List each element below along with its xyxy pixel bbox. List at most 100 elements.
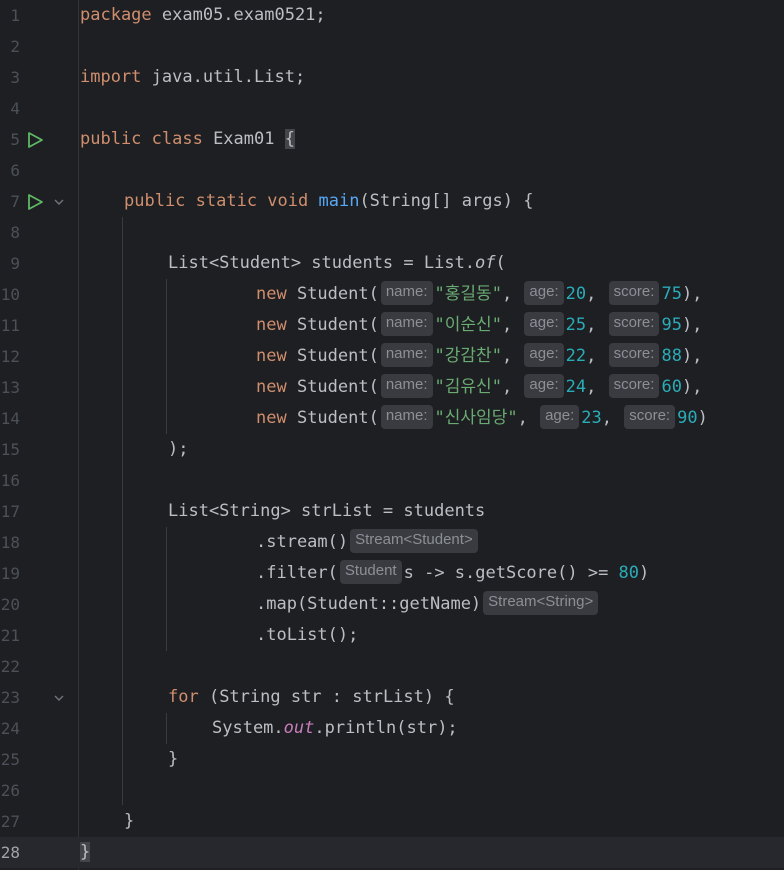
number-literal: 90 <box>677 408 698 428</box>
number-literal: 25 <box>565 315 587 335</box>
line-number[interactable]: 10 <box>0 279 20 310</box>
param-hint-age: age: <box>524 374 564 398</box>
code-line[interactable]: 22 <box>0 651 784 682</box>
line-number[interactable]: 24 <box>0 713 20 744</box>
line-number[interactable]: 6 <box>0 155 20 186</box>
number-literal: 95 <box>661 315 682 335</box>
line-number[interactable]: 5 <box>0 124 20 155</box>
line-number[interactable]: 4 <box>0 93 20 124</box>
code-line[interactable]: 9 List<Student> students = List.of( <box>0 248 784 279</box>
code-line[interactable]: 23 for (String str : strList) { <box>0 682 784 713</box>
code-text: System.out.println(str); <box>212 713 458 744</box>
code-line[interactable]: 26 <box>0 775 784 806</box>
line-number[interactable]: 20 <box>0 589 20 620</box>
constructor-call: Student( <box>286 377 379 397</box>
method-params: (String[] args) { <box>359 191 534 211</box>
code-text: new Student(name: "강감찬", age: 22, score: 88… <box>256 341 702 372</box>
method-name: main <box>318 191 360 211</box>
filter-call: .filter( <box>256 563 338 583</box>
line-number[interactable]: 17 <box>0 496 20 527</box>
line-number[interactable]: 11 <box>0 310 20 341</box>
close-paren: ) <box>697 408 708 428</box>
line-number[interactable]: 2 <box>0 31 20 62</box>
line-number[interactable]: 16 <box>0 465 20 496</box>
line-number[interactable]: 8 <box>0 217 20 248</box>
type-hint: Stream<Student> <box>350 529 478 553</box>
line-number[interactable]: 18 <box>0 527 20 558</box>
line-number[interactable]: 25 <box>0 744 20 775</box>
code-line[interactable]: 8 <box>0 217 784 248</box>
code-line[interactable]: 12 new Student(name: "강감찬", age: 22, score:… <box>0 341 784 372</box>
code-text: import java.util.List; <box>80 62 305 93</box>
number-literal: 23 <box>581 408 602 428</box>
code-line[interactable]: 25} <box>0 744 784 775</box>
println-call: .println(str); <box>314 718 458 738</box>
line-number[interactable]: 15 <box>0 434 20 465</box>
constructor-call: Student( <box>286 408 379 428</box>
line-number[interactable]: 28 <box>0 837 20 868</box>
map-call: .map(Student::getName) <box>256 594 482 614</box>
code-line[interactable]: 13 new Student(name: "김유신", age: 24, score:… <box>0 372 784 403</box>
code-line[interactable]: 19 .filter(Student s -> s.getScore() >= 80… <box>0 558 784 589</box>
code-line[interactable]: 27} <box>0 806 784 837</box>
param-hint-score: score: <box>608 343 660 367</box>
line-number[interactable]: 7 <box>0 186 20 217</box>
line-number[interactable]: 27 <box>0 806 20 837</box>
line-number[interactable]: 21 <box>0 620 20 651</box>
code-text: ); <box>168 434 188 465</box>
code-editor[interactable]: 1 package exam05.exam0521; 2 3 import java.u… <box>0 0 784 870</box>
keyword-package: package <box>80 5 152 25</box>
line-number[interactable]: 12 <box>0 341 20 372</box>
code-text: public class Exam01 { <box>80 124 295 155</box>
run-icon[interactable] <box>26 186 44 217</box>
fold-chevron-icon[interactable] <box>52 186 66 217</box>
number-literal: 60 <box>661 377 682 397</box>
for-header: (String str : strList) { <box>198 687 455 707</box>
code-line[interactable]: 10 new Student(name: "홍길동", age: 20, score:… <box>0 279 784 310</box>
line-number[interactable]: 3 <box>0 62 20 93</box>
line-number[interactable]: 22 <box>0 651 20 682</box>
code-line[interactable]: 18 .stream() Stream<Student> <box>0 527 784 558</box>
code-text: List<Student> students = List.of( <box>168 248 506 279</box>
keyword-new: new <box>256 284 287 304</box>
keyword-new: new <box>256 315 287 335</box>
code-line[interactable]: 2 <box>0 31 784 62</box>
line-number[interactable]: 14 <box>0 403 20 434</box>
code-text: } <box>168 744 178 775</box>
code-line[interactable]: 17 List<String> strList = students <box>0 496 784 527</box>
import-path: java.util.List; <box>141 67 306 87</box>
fold-chevron-icon[interactable] <box>52 682 66 713</box>
code-line[interactable]: 16 <box>0 465 784 496</box>
comma: , <box>501 377 523 397</box>
method-of: of <box>475 253 496 273</box>
code-line[interactable]: 4 <box>0 93 784 124</box>
line-number[interactable]: 26 <box>0 775 20 806</box>
code-text: } <box>124 806 134 837</box>
run-icon[interactable] <box>26 124 44 155</box>
code-line[interactable]: 7 public static void main(String[] args) … <box>0 186 784 217</box>
line-number[interactable]: 1 <box>0 0 20 31</box>
keyword-new: new <box>256 377 287 397</box>
line-number[interactable]: 13 <box>0 372 20 403</box>
close-brace: } <box>124 811 135 831</box>
number-literal: 20 <box>565 284 587 304</box>
code-line[interactable]: 21 .toList(); <box>0 620 784 651</box>
close-paren: ), <box>681 284 703 304</box>
line-number[interactable]: 23 <box>0 682 20 713</box>
param-hint-score: score: <box>608 374 660 398</box>
code-line[interactable]: 5 public class Exam01 { <box>0 124 784 155</box>
code-line[interactable]: 1 package exam05.exam0521; <box>0 0 784 31</box>
code-line[interactable]: 6 <box>0 155 784 186</box>
code-line[interactable]: 24 System.out.println(str); <box>0 713 784 744</box>
number-literal: 88 <box>661 346 682 366</box>
param-hint-age: age: <box>524 343 564 367</box>
code-line[interactable]: 14 new Student(name: "신사임당", age: 23, score… <box>0 403 784 434</box>
code-line[interactable]: 15); <box>0 434 784 465</box>
code-line[interactable]: 11 new Student(name: "이순신", age: 25, score:… <box>0 310 784 341</box>
code-line[interactable]: 28} <box>0 837 784 868</box>
line-number[interactable]: 9 <box>0 248 20 279</box>
line-number[interactable]: 19 <box>0 558 20 589</box>
code-line[interactable]: 20 .map(Student::getName) Stream<String> <box>0 589 784 620</box>
code-line[interactable]: 3 import java.util.List; <box>0 62 784 93</box>
comma: , <box>501 284 523 304</box>
